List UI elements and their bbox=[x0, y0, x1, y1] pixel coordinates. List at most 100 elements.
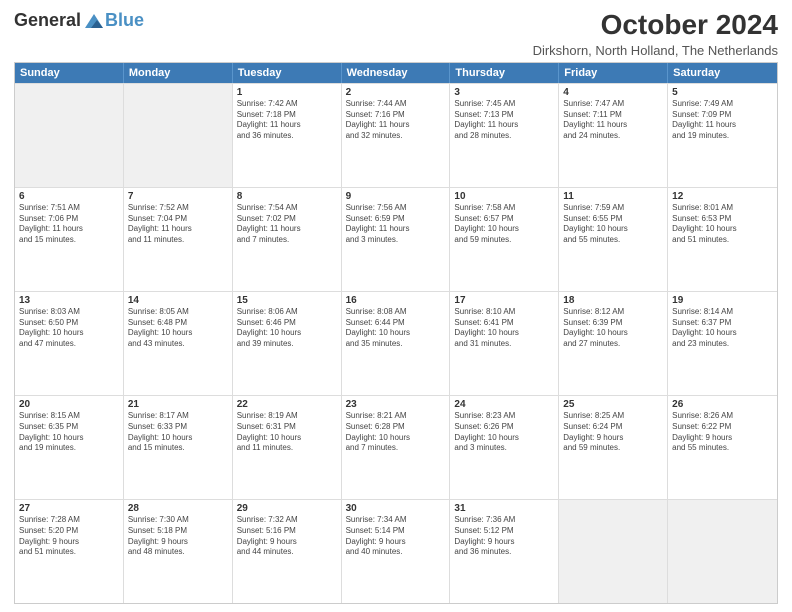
day-number: 5 bbox=[672, 87, 773, 98]
cal-cell-r0-c6: 5Sunrise: 7:49 AM Sunset: 7:09 PM Daylig… bbox=[668, 84, 777, 187]
cell-details: Sunrise: 8:03 AM Sunset: 6:50 PM Dayligh… bbox=[19, 307, 119, 350]
cal-cell-r2-c0: 13Sunrise: 8:03 AM Sunset: 6:50 PM Dayli… bbox=[15, 292, 124, 395]
cell-details: Sunrise: 7:47 AM Sunset: 7:11 PM Dayligh… bbox=[563, 99, 663, 142]
cell-details: Sunrise: 8:23 AM Sunset: 6:26 PM Dayligh… bbox=[454, 411, 554, 454]
day-number: 4 bbox=[563, 87, 663, 98]
page: General Blue October 2024 Dirkshorn, Nor… bbox=[0, 0, 792, 612]
cell-details: Sunrise: 7:54 AM Sunset: 7:02 PM Dayligh… bbox=[237, 203, 337, 246]
day-number: 8 bbox=[237, 191, 337, 202]
cal-cell-r4-c6 bbox=[668, 500, 777, 603]
cell-details: Sunrise: 7:45 AM Sunset: 7:13 PM Dayligh… bbox=[454, 99, 554, 142]
calendar-header: Sunday Monday Tuesday Wednesday Thursday… bbox=[15, 63, 777, 83]
month-title: October 2024 bbox=[533, 10, 778, 41]
calendar-row-4: 20Sunrise: 8:15 AM Sunset: 6:35 PM Dayli… bbox=[15, 395, 777, 499]
cal-cell-r1-c0: 6Sunrise: 7:51 AM Sunset: 7:06 PM Daylig… bbox=[15, 188, 124, 291]
calendar-row-5: 27Sunrise: 7:28 AM Sunset: 5:20 PM Dayli… bbox=[15, 499, 777, 603]
calendar-row-2: 6Sunrise: 7:51 AM Sunset: 7:06 PM Daylig… bbox=[15, 187, 777, 291]
cell-details: Sunrise: 8:10 AM Sunset: 6:41 PM Dayligh… bbox=[454, 307, 554, 350]
cal-cell-r0-c5: 4Sunrise: 7:47 AM Sunset: 7:11 PM Daylig… bbox=[559, 84, 668, 187]
cal-cell-r4-c0: 27Sunrise: 7:28 AM Sunset: 5:20 PM Dayli… bbox=[15, 500, 124, 603]
cell-details: Sunrise: 7:42 AM Sunset: 7:18 PM Dayligh… bbox=[237, 99, 337, 142]
logo-icon bbox=[83, 12, 105, 30]
cal-cell-r1-c5: 11Sunrise: 7:59 AM Sunset: 6:55 PM Dayli… bbox=[559, 188, 668, 291]
cell-details: Sunrise: 8:26 AM Sunset: 6:22 PM Dayligh… bbox=[672, 411, 773, 454]
cell-details: Sunrise: 7:52 AM Sunset: 7:04 PM Dayligh… bbox=[128, 203, 228, 246]
cell-details: Sunrise: 8:17 AM Sunset: 6:33 PM Dayligh… bbox=[128, 411, 228, 454]
cell-details: Sunrise: 7:51 AM Sunset: 7:06 PM Dayligh… bbox=[19, 203, 119, 246]
cal-cell-r3-c0: 20Sunrise: 8:15 AM Sunset: 6:35 PM Dayli… bbox=[15, 396, 124, 499]
cell-details: Sunrise: 7:59 AM Sunset: 6:55 PM Dayligh… bbox=[563, 203, 663, 246]
cal-cell-r1-c3: 9Sunrise: 7:56 AM Sunset: 6:59 PM Daylig… bbox=[342, 188, 451, 291]
cal-cell-r2-c6: 19Sunrise: 8:14 AM Sunset: 6:37 PM Dayli… bbox=[668, 292, 777, 395]
cal-cell-r2-c3: 16Sunrise: 8:08 AM Sunset: 6:44 PM Dayli… bbox=[342, 292, 451, 395]
cal-cell-r0-c0 bbox=[15, 84, 124, 187]
header-wednesday: Wednesday bbox=[342, 63, 451, 83]
header: General Blue October 2024 Dirkshorn, Nor… bbox=[14, 10, 778, 58]
day-number: 21 bbox=[128, 399, 228, 410]
day-number: 14 bbox=[128, 295, 228, 306]
cal-cell-r4-c1: 28Sunrise: 7:30 AM Sunset: 5:18 PM Dayli… bbox=[124, 500, 233, 603]
day-number: 12 bbox=[672, 191, 773, 202]
cal-cell-r0-c4: 3Sunrise: 7:45 AM Sunset: 7:13 PM Daylig… bbox=[450, 84, 559, 187]
cal-cell-r3-c5: 25Sunrise: 8:25 AM Sunset: 6:24 PM Dayli… bbox=[559, 396, 668, 499]
cal-cell-r2-c2: 15Sunrise: 8:06 AM Sunset: 6:46 PM Dayli… bbox=[233, 292, 342, 395]
cal-cell-r4-c3: 30Sunrise: 7:34 AM Sunset: 5:14 PM Dayli… bbox=[342, 500, 451, 603]
cal-cell-r1-c1: 7Sunrise: 7:52 AM Sunset: 7:04 PM Daylig… bbox=[124, 188, 233, 291]
cell-details: Sunrise: 8:25 AM Sunset: 6:24 PM Dayligh… bbox=[563, 411, 663, 454]
cell-details: Sunrise: 8:05 AM Sunset: 6:48 PM Dayligh… bbox=[128, 307, 228, 350]
logo-general-text: General bbox=[14, 10, 81, 31]
day-number: 9 bbox=[346, 191, 446, 202]
day-number: 10 bbox=[454, 191, 554, 202]
day-number: 27 bbox=[19, 503, 119, 514]
title-area: October 2024 Dirkshorn, North Holland, T… bbox=[533, 10, 778, 58]
day-number: 20 bbox=[19, 399, 119, 410]
day-number: 7 bbox=[128, 191, 228, 202]
day-number: 31 bbox=[454, 503, 554, 514]
day-number: 2 bbox=[346, 87, 446, 98]
day-number: 25 bbox=[563, 399, 663, 410]
header-thursday: Thursday bbox=[450, 63, 559, 83]
cal-cell-r2-c5: 18Sunrise: 8:12 AM Sunset: 6:39 PM Dayli… bbox=[559, 292, 668, 395]
day-number: 17 bbox=[454, 295, 554, 306]
logo: General Blue bbox=[14, 10, 144, 31]
day-number: 26 bbox=[672, 399, 773, 410]
day-number: 19 bbox=[672, 295, 773, 306]
day-number: 29 bbox=[237, 503, 337, 514]
cell-details: Sunrise: 8:06 AM Sunset: 6:46 PM Dayligh… bbox=[237, 307, 337, 350]
calendar: Sunday Monday Tuesday Wednesday Thursday… bbox=[14, 62, 778, 604]
cal-cell-r4-c4: 31Sunrise: 7:36 AM Sunset: 5:12 PM Dayli… bbox=[450, 500, 559, 603]
day-number: 30 bbox=[346, 503, 446, 514]
cal-cell-r3-c3: 23Sunrise: 8:21 AM Sunset: 6:28 PM Dayli… bbox=[342, 396, 451, 499]
cal-cell-r3-c2: 22Sunrise: 8:19 AM Sunset: 6:31 PM Dayli… bbox=[233, 396, 342, 499]
cell-details: Sunrise: 8:21 AM Sunset: 6:28 PM Dayligh… bbox=[346, 411, 446, 454]
cell-details: Sunrise: 7:32 AM Sunset: 5:16 PM Dayligh… bbox=[237, 515, 337, 558]
cal-cell-r4-c2: 29Sunrise: 7:32 AM Sunset: 5:16 PM Dayli… bbox=[233, 500, 342, 603]
cell-details: Sunrise: 8:19 AM Sunset: 6:31 PM Dayligh… bbox=[237, 411, 337, 454]
cal-cell-r0-c1 bbox=[124, 84, 233, 187]
cell-details: Sunrise: 7:49 AM Sunset: 7:09 PM Dayligh… bbox=[672, 99, 773, 142]
logo-blue-text: Blue bbox=[105, 10, 144, 31]
day-number: 11 bbox=[563, 191, 663, 202]
calendar-row-3: 13Sunrise: 8:03 AM Sunset: 6:50 PM Dayli… bbox=[15, 291, 777, 395]
cell-details: Sunrise: 7:56 AM Sunset: 6:59 PM Dayligh… bbox=[346, 203, 446, 246]
cell-details: Sunrise: 7:34 AM Sunset: 5:14 PM Dayligh… bbox=[346, 515, 446, 558]
cal-cell-r1-c6: 12Sunrise: 8:01 AM Sunset: 6:53 PM Dayli… bbox=[668, 188, 777, 291]
cal-cell-r3-c1: 21Sunrise: 8:17 AM Sunset: 6:33 PM Dayli… bbox=[124, 396, 233, 499]
day-number: 13 bbox=[19, 295, 119, 306]
cell-details: Sunrise: 7:28 AM Sunset: 5:20 PM Dayligh… bbox=[19, 515, 119, 558]
cell-details: Sunrise: 8:01 AM Sunset: 6:53 PM Dayligh… bbox=[672, 203, 773, 246]
cal-cell-r1-c2: 8Sunrise: 7:54 AM Sunset: 7:02 PM Daylig… bbox=[233, 188, 342, 291]
cell-details: Sunrise: 7:58 AM Sunset: 6:57 PM Dayligh… bbox=[454, 203, 554, 246]
cal-cell-r2-c4: 17Sunrise: 8:10 AM Sunset: 6:41 PM Dayli… bbox=[450, 292, 559, 395]
day-number: 28 bbox=[128, 503, 228, 514]
logo-area: General Blue bbox=[14, 10, 144, 31]
cal-cell-r1-c4: 10Sunrise: 7:58 AM Sunset: 6:57 PM Dayli… bbox=[450, 188, 559, 291]
cal-cell-r4-c5 bbox=[559, 500, 668, 603]
day-number: 24 bbox=[454, 399, 554, 410]
day-number: 1 bbox=[237, 87, 337, 98]
header-sunday: Sunday bbox=[15, 63, 124, 83]
cal-cell-r3-c4: 24Sunrise: 8:23 AM Sunset: 6:26 PM Dayli… bbox=[450, 396, 559, 499]
cell-details: Sunrise: 7:30 AM Sunset: 5:18 PM Dayligh… bbox=[128, 515, 228, 558]
calendar-row-1: 1Sunrise: 7:42 AM Sunset: 7:18 PM Daylig… bbox=[15, 83, 777, 187]
header-monday: Monday bbox=[124, 63, 233, 83]
